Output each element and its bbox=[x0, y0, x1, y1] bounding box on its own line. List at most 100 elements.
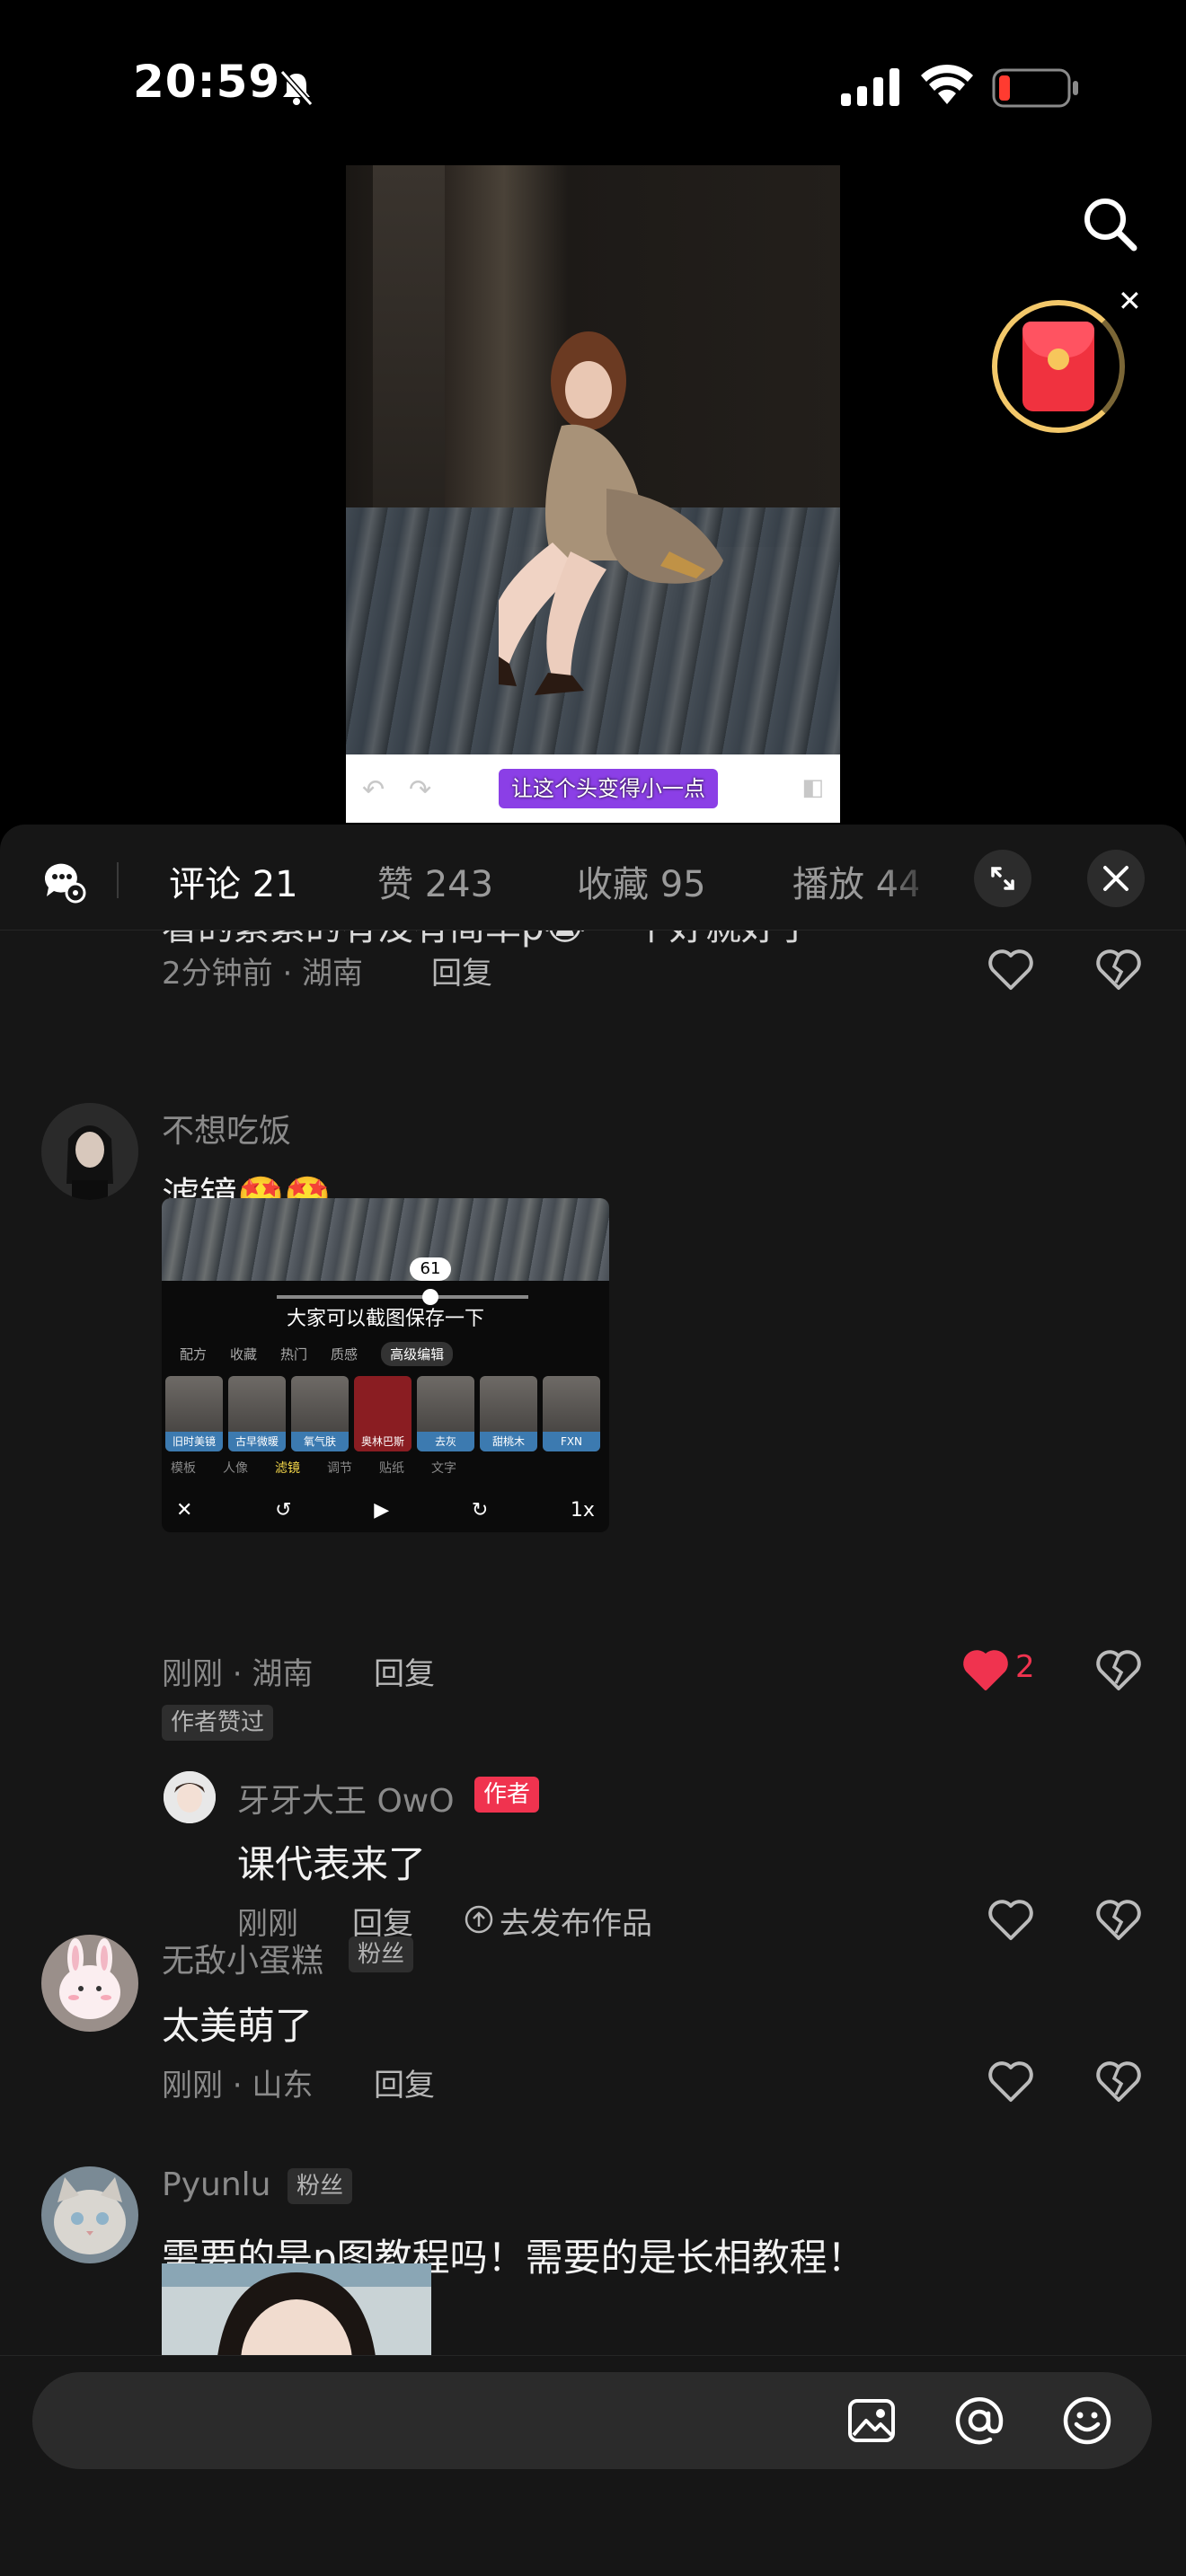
filter-thumb: 古早微暖 bbox=[228, 1376, 286, 1451]
category: 贴纸 bbox=[379, 1461, 404, 1476]
fan-badge: 粉丝 bbox=[288, 2168, 353, 2204]
compare-icon[interactable]: ◧ bbox=[801, 774, 824, 801]
attachment-tabs: 配方 收藏 热门 质感 高级编辑 bbox=[162, 1333, 609, 1374]
expand-button[interactable] bbox=[974, 850, 1031, 907]
red-packet-widget[interactable] bbox=[992, 300, 1125, 433]
fan-badge: 粉丝 bbox=[349, 1936, 414, 1972]
attachment-tab: 配方 bbox=[180, 1345, 208, 1363]
tab-fade bbox=[881, 842, 961, 914]
reply-text: 课代表来了 bbox=[237, 1842, 427, 1886]
avatar[interactable] bbox=[41, 1935, 138, 2032]
filter-label: 古早微暖 bbox=[228, 1432, 286, 1451]
comment-time-location: 刚刚 · 湖南 bbox=[162, 1656, 314, 1692]
comment-text: 太美萌了 bbox=[162, 2004, 314, 2048]
attachment-controls: ✕ ↺ ▶ ↻ 1x bbox=[162, 1487, 609, 1532]
video-player[interactable]: ↶ ↷ 让这个头变得小一点 ◧ bbox=[346, 165, 840, 823]
filter-label: FXN bbox=[543, 1432, 600, 1451]
avatar[interactable] bbox=[41, 1103, 138, 1200]
attachment-categories: 模板 人像 滤镜 调节 贴纸 文字 bbox=[171, 1459, 456, 1477]
reply-username[interactable]: 牙牙大王 OwO bbox=[237, 1775, 455, 1822]
dislike-icon[interactable] bbox=[1094, 1647, 1143, 1692]
comment-username[interactable]: 不想吃饭 bbox=[162, 1105, 291, 1151]
comment-username[interactable]: 无敌小蛋糕 bbox=[162, 1935, 323, 1981]
comment-input[interactable] bbox=[95, 2399, 814, 2444]
video-caption: 让这个头变得小一点 bbox=[499, 769, 718, 808]
close-icon bbox=[1103, 866, 1128, 891]
comment-time-location: 刚刚 · 山东 bbox=[162, 2068, 314, 2104]
attachment-caption: 大家可以截图保存一下 bbox=[286, 1308, 484, 1330]
like-icon-filled[interactable] bbox=[961, 1647, 1010, 1692]
comment-image-attachment[interactable]: 61 大家可以截图保存一下 配方 收藏 热门 质感 高级编辑 旧时美镜 古早微暖… bbox=[162, 1198, 609, 1532]
tab-favorites[interactable]: 收藏 95 bbox=[577, 855, 706, 907]
filter-thumb: 甜桃木 bbox=[480, 1376, 537, 1451]
at-icon[interactable] bbox=[952, 2394, 1006, 2448]
redo-icon[interactable]: ↷ bbox=[409, 774, 431, 806]
attachment-tab: 高级编辑 bbox=[381, 1341, 454, 1366]
image-icon[interactable] bbox=[845, 2394, 898, 2448]
avatar-image bbox=[41, 1103, 138, 1200]
author-badge: 作者 bbox=[474, 1777, 540, 1813]
like-icon[interactable] bbox=[987, 2059, 1035, 2104]
comment-input-pill bbox=[32, 2372, 1152, 2469]
avatar[interactable] bbox=[164, 1771, 216, 1823]
video-subject bbox=[499, 331, 723, 695]
chat-settings-icon[interactable] bbox=[41, 859, 86, 904]
signal-icon bbox=[841, 68, 899, 106]
video-edit-toolbar: ↶ ↷ 让这个头变得小一点 ◧ bbox=[346, 754, 840, 823]
reply-button[interactable]: 回复 bbox=[374, 1649, 435, 1693]
reply-button[interactable]: 回复 bbox=[374, 2060, 435, 2104]
filter-label: 甜桃木 bbox=[480, 1432, 537, 1451]
search-icon[interactable] bbox=[1078, 192, 1141, 255]
filter-label: 去灰 bbox=[417, 1432, 474, 1451]
undo-icon[interactable]: ↶ bbox=[362, 774, 385, 806]
filter-label: 旧时美镜 bbox=[165, 1432, 223, 1451]
comment-list[interactable]: 看的素素的有没有简单p😭 一个好就好了 2分钟前 · 湖南 回复 不想吃饭 滤镜… bbox=[0, 931, 1186, 2278]
video-door bbox=[373, 165, 445, 543]
dislike-icon[interactable] bbox=[1094, 1897, 1143, 1942]
filter-thumb: 旧时美镜 bbox=[165, 1376, 223, 1451]
category: 滤镜 bbox=[275, 1461, 300, 1476]
red-packet-close-icon[interactable]: ✕ bbox=[1118, 284, 1142, 318]
tab-divider bbox=[117, 862, 119, 898]
red-packet-icon bbox=[1022, 322, 1094, 411]
like-icon[interactable] bbox=[987, 947, 1035, 992]
attachment-tab: 质感 bbox=[331, 1345, 358, 1363]
filter-label: 氧气肤 bbox=[291, 1432, 349, 1451]
filter-thumb: 氧气肤 bbox=[291, 1376, 349, 1451]
reply-button[interactable]: 回复 bbox=[431, 948, 492, 992]
wifi-icon bbox=[921, 64, 973, 104]
comment-username[interactable]: Pyunlu bbox=[162, 2166, 270, 2203]
attachment-filters: 旧时美镜 古早微暖 氧气肤 奥林巴斯 去灰 甜桃木 FXN bbox=[165, 1376, 600, 1451]
author-liked-badge: 作者赞过 bbox=[162, 1705, 274, 1741]
emoji-icon[interactable] bbox=[1060, 2394, 1114, 2448]
avatar-image bbox=[164, 1771, 216, 1823]
filter-label: 奥林巴斯 bbox=[354, 1432, 412, 1451]
category: 模板 bbox=[171, 1461, 196, 1476]
category: 调节 bbox=[327, 1461, 352, 1476]
dislike-icon[interactable] bbox=[1094, 2059, 1143, 2104]
tab-likes[interactable]: 赞 243 bbox=[377, 855, 493, 907]
filter-thumb: FXN bbox=[543, 1376, 600, 1451]
avatar-image bbox=[41, 1935, 138, 2032]
rewind-icon: ↺ bbox=[275, 1498, 292, 1522]
close-icon: ✕ bbox=[176, 1498, 193, 1522]
publish-work-link[interactable]: 去发布作品 bbox=[500, 1899, 652, 1943]
slider-track bbox=[277, 1295, 528, 1299]
avatar[interactable] bbox=[41, 2166, 138, 2263]
status-time: 20:59 bbox=[133, 56, 281, 108]
tab-comments[interactable]: 评论 21 bbox=[169, 855, 298, 907]
slider-value: 61 bbox=[410, 1257, 451, 1281]
filter-thumb: 去灰 bbox=[417, 1376, 474, 1451]
close-button[interactable] bbox=[1087, 850, 1145, 907]
attachment-tab: 热门 bbox=[280, 1345, 308, 1363]
avatar-image bbox=[41, 2166, 138, 2263]
dislike-icon[interactable] bbox=[1094, 947, 1143, 992]
comment-time-location: 2分钟前 · 湖南 bbox=[162, 956, 364, 992]
category: 人像 bbox=[223, 1461, 248, 1476]
expand-icon bbox=[991, 867, 1014, 890]
category: 文字 bbox=[431, 1461, 456, 1476]
filter-thumb: 奥林巴斯 bbox=[354, 1376, 412, 1451]
speed-label: 1x bbox=[570, 1498, 595, 1522]
attachment-tab: 收藏 bbox=[230, 1345, 258, 1363]
like-icon[interactable] bbox=[987, 1897, 1035, 1942]
